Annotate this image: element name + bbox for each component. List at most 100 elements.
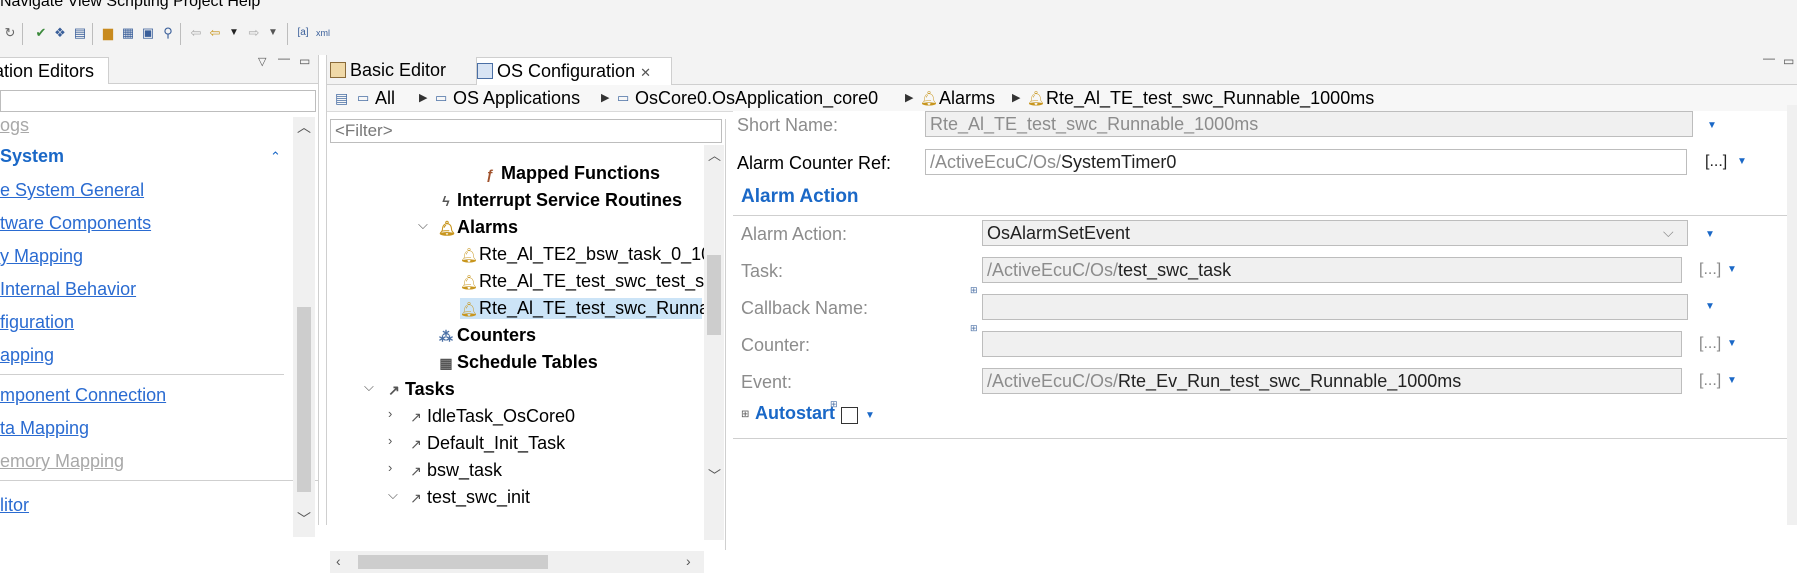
expand-icon[interactable]: › bbox=[388, 406, 392, 421]
scroll-up-icon[interactable]: ︿ bbox=[708, 145, 721, 164]
scroll-right-icon[interactable]: › bbox=[686, 553, 691, 569]
layout-icon[interactable]: ▤ bbox=[335, 85, 348, 111]
chevron-down-icon[interactable]: ⌵ bbox=[1663, 224, 1674, 241]
dropdown-icon[interactable]: ▼ bbox=[1707, 120, 1717, 131]
breadcrumb-alarms[interactable]: Alarms bbox=[939, 85, 995, 111]
tree-item-alarm-test-swc[interactable]: 🔔︎Rte_Al_TE_test_swc_test_sw bbox=[460, 271, 717, 292]
back-dropdown-icon[interactable]: ▼ bbox=[226, 25, 242, 41]
tab-basic-editor[interactable]: Basic Editor bbox=[330, 57, 458, 84]
tree-horizontal-scrollbar[interactable]: ‹ › bbox=[330, 551, 704, 573]
generate-icon[interactable]: ▤ bbox=[72, 25, 88, 41]
tree-item-counters[interactable]: ⁂ Counters bbox=[438, 325, 536, 346]
task-browse-button[interactable]: [...] bbox=[1699, 261, 1721, 279]
autostart-section-title[interactable]: Autostart bbox=[755, 403, 835, 424]
expand-icon[interactable]: › bbox=[388, 460, 392, 475]
view-menu-icon[interactable]: ▽ bbox=[258, 55, 266, 68]
tree-item-test-swc-init[interactable]: ↗ test_swc_init bbox=[408, 487, 530, 508]
alarm-action-select[interactable]: OsAlarmSetEvent bbox=[982, 220, 1688, 246]
nav-item-software-components[interactable]: tware Components bbox=[0, 213, 151, 234]
forward-dropdown-icon[interactable]: ▼ bbox=[265, 25, 281, 41]
nav-item-configuration[interactable]: figuration bbox=[0, 312, 74, 333]
navigation-scroll-thumb[interactable] bbox=[297, 307, 311, 492]
breadcrumb-current-alarm[interactable]: Rte_Al_TE_test_swc_Runnable_1000ms bbox=[1046, 85, 1374, 111]
expand-section-icon[interactable]: ⊞ bbox=[741, 409, 749, 420]
event-field[interactable]: /ActiveEcuC/Os/Rte_Ev_Run_test_swc_Runna… bbox=[982, 368, 1682, 394]
dropdown-icon[interactable]: ▼ bbox=[1737, 156, 1747, 167]
menu-bar-text[interactable]: Navigate View Scripting Project Help bbox=[0, 0, 260, 11]
dropdown-icon[interactable]: ▼ bbox=[1727, 338, 1737, 349]
tree-scroll-thumb[interactable] bbox=[707, 255, 721, 335]
navigation-filter-input[interactable] bbox=[0, 90, 316, 112]
forward-icon[interactable]: ⇨ bbox=[246, 25, 262, 41]
nav-item-system-general[interactable]: e System General bbox=[0, 180, 144, 201]
collapse-icon[interactable]: ⌵ bbox=[418, 217, 428, 233]
dropdown-icon[interactable]: ▼ bbox=[1705, 229, 1715, 240]
tree-vertical-scrollbar[interactable]: ︿ ﹀ bbox=[704, 145, 724, 540]
editor-minimize-icon[interactable]: — bbox=[1763, 51, 1775, 65]
tree-item-alarm-bsw[interactable]: 🔔︎Rte_Al_TE2_bsw_task_0_10 bbox=[460, 244, 711, 265]
back-icon[interactable]: ⇦ bbox=[207, 25, 223, 41]
callback-name-field[interactable] bbox=[982, 294, 1688, 320]
nav-item-memory-mapping[interactable]: emory Mapping bbox=[0, 451, 124, 472]
event-browse-button[interactable]: [...] bbox=[1699, 372, 1721, 390]
tree-item-interrupt-service-routines[interactable]: ϟ Interrupt Service Routines bbox=[438, 190, 682, 211]
scroll-down-icon[interactable]: ﹀ bbox=[708, 465, 721, 484]
alarm-action-section-title[interactable]: Alarm Action bbox=[741, 186, 859, 208]
tab-os-configuration[interactable]: OS Configuration ✕ bbox=[476, 57, 672, 85]
tree-item-bsw-task[interactable]: ↗ bsw_task bbox=[408, 460, 502, 481]
redo-icon[interactable]: ↻ bbox=[2, 25, 18, 41]
back-disabled-icon[interactable]: ⇦ bbox=[188, 25, 204, 41]
tab-navigation-editors[interactable]: ation Editors bbox=[0, 57, 109, 84]
counter-browse-button[interactable]: [...] bbox=[1699, 335, 1721, 353]
search-icon[interactable]: ⚲ bbox=[160, 25, 176, 41]
dropdown-icon[interactable]: ▼ bbox=[1727, 264, 1737, 275]
breadcrumb-os-application[interactable]: OsCore0.OsApplication_core0 bbox=[635, 85, 878, 111]
tree-filter-input[interactable]: <Filter> bbox=[330, 119, 722, 143]
dropdown-icon[interactable]: ▼ bbox=[865, 410, 875, 421]
xml-icon[interactable]: xml bbox=[315, 25, 331, 41]
dropdown-icon[interactable]: ▼ bbox=[1727, 375, 1737, 386]
tree-item-schedule-tables[interactable]: ▦ Schedule Tables bbox=[438, 352, 597, 373]
layers-icon[interactable]: ❖ bbox=[52, 25, 68, 41]
tree-hscroll-thumb[interactable] bbox=[358, 555, 548, 569]
tree-item-default-init-task[interactable]: ↗ Default_Init_Task bbox=[408, 433, 565, 454]
tree-item-mapped-functions[interactable]: ƒ Mapped Functions bbox=[482, 163, 660, 184]
minimize-icon[interactable]: — bbox=[278, 51, 290, 65]
grid-icon[interactable]: ▦ bbox=[120, 25, 136, 41]
nav-item-system[interactable]: System bbox=[0, 146, 64, 167]
scroll-down-icon[interactable]: ﹀ bbox=[297, 509, 311, 529]
breadcrumb-all[interactable]: All bbox=[375, 85, 395, 111]
collapse-section-icon[interactable]: ⌃ bbox=[270, 149, 281, 165]
validate-icon[interactable]: ✔ bbox=[33, 25, 49, 41]
collapse-icon[interactable]: ⌵ bbox=[364, 379, 374, 395]
folder-icon[interactable]: ▆ bbox=[100, 25, 116, 41]
alarm-counter-ref-field[interactable]: /ActiveEcuC/Os/SystemTimer0 bbox=[925, 149, 1687, 175]
nav-item-data-mapping[interactable]: ta Mapping bbox=[0, 418, 89, 439]
nav-item-editor[interactable]: litor bbox=[0, 495, 29, 516]
scroll-left-icon[interactable]: ‹ bbox=[336, 553, 341, 569]
form-vertical-scrollbar[interactable] bbox=[1787, 105, 1797, 525]
nav-item-internal-behavior[interactable]: Internal Behavior bbox=[0, 279, 136, 300]
autostart-checkbox[interactable] bbox=[841, 407, 858, 424]
nav-item-component-connection[interactable]: mponent Connection bbox=[0, 385, 166, 406]
nav-item-entity-mapping[interactable]: y Mapping bbox=[0, 246, 83, 267]
report-icon[interactable]: ▣ bbox=[140, 25, 156, 41]
counter-field[interactable] bbox=[982, 331, 1682, 357]
close-tab-icon[interactable]: ✕ bbox=[640, 65, 651, 80]
short-name-field[interactable]: Rte_Al_TE_test_swc_Runnable_1000ms bbox=[925, 111, 1693, 137]
dropdown-icon[interactable]: ▼ bbox=[1705, 301, 1715, 312]
editor-maximize-icon[interactable]: ▭ bbox=[1783, 54, 1794, 68]
expand-icon[interactable]: › bbox=[388, 433, 392, 448]
breadcrumb-os-applications[interactable]: OS Applications bbox=[453, 85, 580, 111]
maximize-icon[interactable]: ▭ bbox=[299, 54, 310, 68]
task-field[interactable]: /ActiveEcuC/Os/test_swc_task bbox=[982, 257, 1682, 283]
navigation-scrollbar[interactable]: ︿ ﹀ bbox=[293, 117, 315, 537]
tree-item-alarm-runnable-selected[interactable]: 🔔︎Rte_Al_TE_test_swc_Runna bbox=[460, 298, 709, 319]
counter-ref-browse-button[interactable]: [...] bbox=[1705, 153, 1727, 171]
brackets-icon[interactable]: [a] bbox=[295, 25, 311, 41]
tree-item-tasks[interactable]: ↗ Tasks bbox=[386, 379, 455, 400]
tree-item-alarms[interactable]: 🔔︎Alarms bbox=[438, 217, 518, 238]
nav-item-logs[interactable]: ogs bbox=[0, 115, 29, 136]
tree-item-idle-task[interactable]: ↗ IdleTask_OsCore0 bbox=[408, 406, 575, 427]
nav-item-mapping[interactable]: apping bbox=[0, 345, 54, 366]
